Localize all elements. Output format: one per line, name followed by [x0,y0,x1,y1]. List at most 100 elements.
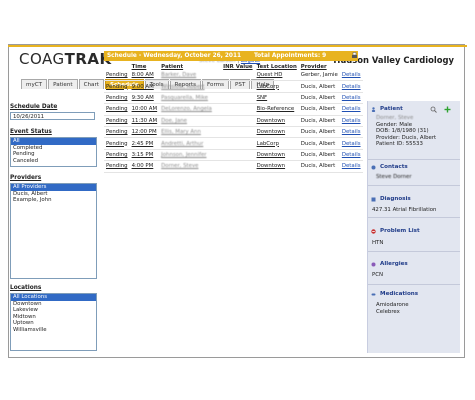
patient-link[interactable]: DeLorenzo, Angela [159,103,222,116]
patient-link[interactable]: Johnson, Jennifer [159,149,222,162]
patient-dob: DOB: 1/8/1980 (31) [376,128,429,135]
print-icon[interactable] [351,52,358,59]
providers-list[interactable]: All Providers Ducis, Albert Example, Joh… [10,183,97,279]
list-item[interactable]: Midtown [11,314,96,321]
table-row: Pending 8:00 AM Barker, Dave Quest HD Ge… [104,70,363,82]
add-icon[interactable] [444,106,451,113]
details-link[interactable]: Details [339,103,363,116]
column-header-provider[interactable]: Provider [299,63,340,70]
list-item[interactable]: Lakeview [11,307,96,314]
status-link[interactable]: Pending [104,80,130,93]
list-item[interactable]: Completed [11,145,96,152]
column-header-inr[interactable]: INR Value [221,63,254,70]
patient-link[interactable]: Andretti, Arthur [159,137,222,150]
status-link[interactable]: Pending [104,115,130,127]
time-cell: 10:00 AM [129,103,160,116]
details-link[interactable]: Details [339,137,363,150]
time-cell: 12:00 PM [129,126,160,139]
inr-cell [221,70,255,82]
patient-link[interactable]: Winslow, Robert [159,80,222,93]
list-item[interactable]: Canceled [11,158,96,165]
tab-patient[interactable]: Patient [48,79,78,89]
details-link[interactable]: Details [339,80,363,93]
table-row: Pending 9:30 AM Pasquarella, Mike SNF Du… [104,92,363,105]
problem-list-section-header[interactable]: Problem List [368,227,460,236]
patient-link[interactable]: Doe, Jane [159,115,222,127]
diagnosis-section-header[interactable]: Diagnosis [368,195,460,204]
column-header-time[interactable]: Time [130,63,160,70]
inr-cell [221,80,255,93]
patient-link[interactable]: Pasquarella, Mike [159,92,222,105]
details-link[interactable]: Details [339,160,363,173]
event-status-list[interactable]: All Completed Pending Canceled [10,137,97,167]
provider-cell: Ducis, Albert [298,137,340,150]
medications-section-header[interactable]: Medications [368,290,460,299]
schedule-date-field[interactable]: 10/26/2011 [10,112,95,120]
provider-cell: Gerber, Jamie [298,70,340,82]
total-appointments: Total Appointments: 9 [254,53,327,59]
location-cell: LabCorp [254,80,299,93]
time-cell: 8:00 AM [129,70,160,82]
warning-icon [371,229,376,234]
patient-link[interactable]: Barker, Dave [159,70,222,82]
divider [368,159,460,160]
patient-link[interactable]: Ellis, Mary Ann [159,126,222,139]
list-item[interactable]: All Providers [11,184,96,191]
schedule-header: Schedule - Wednesday, October 26, 2011 T… [104,51,358,61]
location-cell: SNF [254,92,299,105]
status-link[interactable]: Pending [104,137,130,150]
details-link[interactable]: Details [339,115,363,127]
table-row: Pending 10:00 AM DeLorenzo, Angela Bio-R… [104,103,363,116]
locations-label: Locations [10,285,42,291]
inr-cell [221,126,255,139]
time-cell: 9:30 AM [129,92,160,105]
patient-sidebar: Patient Dorner, Steve Gender: Male DOB: … [367,101,460,353]
patient-id: Patient ID: 55533 [376,141,423,148]
status-link[interactable]: Pending [104,70,130,82]
list-item[interactable]: Uptown [11,320,96,327]
location-cell: Downtown [254,115,299,127]
list-item[interactable]: Downtown [11,301,96,308]
divider [368,185,460,186]
search-icon[interactable] [430,106,437,113]
list-item[interactable]: All Locations [11,294,96,301]
inr-cell [221,160,255,173]
table-row: Pending 4:00 PM Dorner, Steve Downtown D… [104,160,363,173]
column-header-patient[interactable]: Patient [159,63,221,70]
status-link[interactable]: Pending [104,103,130,116]
status-link[interactable]: Pending [104,92,130,105]
patient-section-header[interactable]: Patient [368,105,460,114]
list-item[interactable]: Example, John [11,197,96,204]
problem-value: HTN [372,240,384,246]
locations-list[interactable]: All Locations Downtown Lakeview Midtown … [10,293,97,351]
time-cell: 2:45 PM [129,137,160,150]
details-link[interactable]: Details [339,149,363,162]
diagnosis-value: 427.31 Atrial Fibrillation [372,207,437,213]
tab-chart[interactable]: Chart [78,79,104,89]
details-link[interactable]: Details [339,126,363,139]
schedule-date-label: Schedule Date [10,104,58,110]
status-link[interactable]: Pending [104,126,130,139]
list-item[interactable]: All [11,138,96,145]
time-cell: 9:00 AM [129,80,160,93]
provider-cell: Ducis, Albert [298,115,340,127]
column-header-location[interactable]: Test Location [255,63,299,70]
list-item[interactable]: Williamsville [11,327,96,334]
provider-cell: Ducis, Albert [298,92,340,105]
event-status-label: Event Status [10,129,52,135]
allergies-section-header[interactable]: Allergies [368,260,460,269]
status-link[interactable]: Pending [104,149,130,162]
provider-cell: Ducis, Albert [298,103,340,116]
tab-mych[interactable]: myCT [21,79,48,89]
patient-link[interactable]: Dorner, Steve [159,160,222,173]
details-link[interactable]: Details [339,70,363,82]
list-item[interactable]: Ducis, Albert [11,191,96,198]
details-link[interactable]: Details [339,92,363,105]
status-link[interactable]: Pending [104,160,130,173]
pill-icon [371,293,376,296]
table-header-row: Time Patient INR Value Test Location Pro… [104,63,363,70]
list-item[interactable]: Pending [11,151,96,158]
contact-name: Steve Dorner [376,174,412,180]
inr-cell [221,103,255,116]
contacts-section-header[interactable]: Contacts [368,163,460,172]
